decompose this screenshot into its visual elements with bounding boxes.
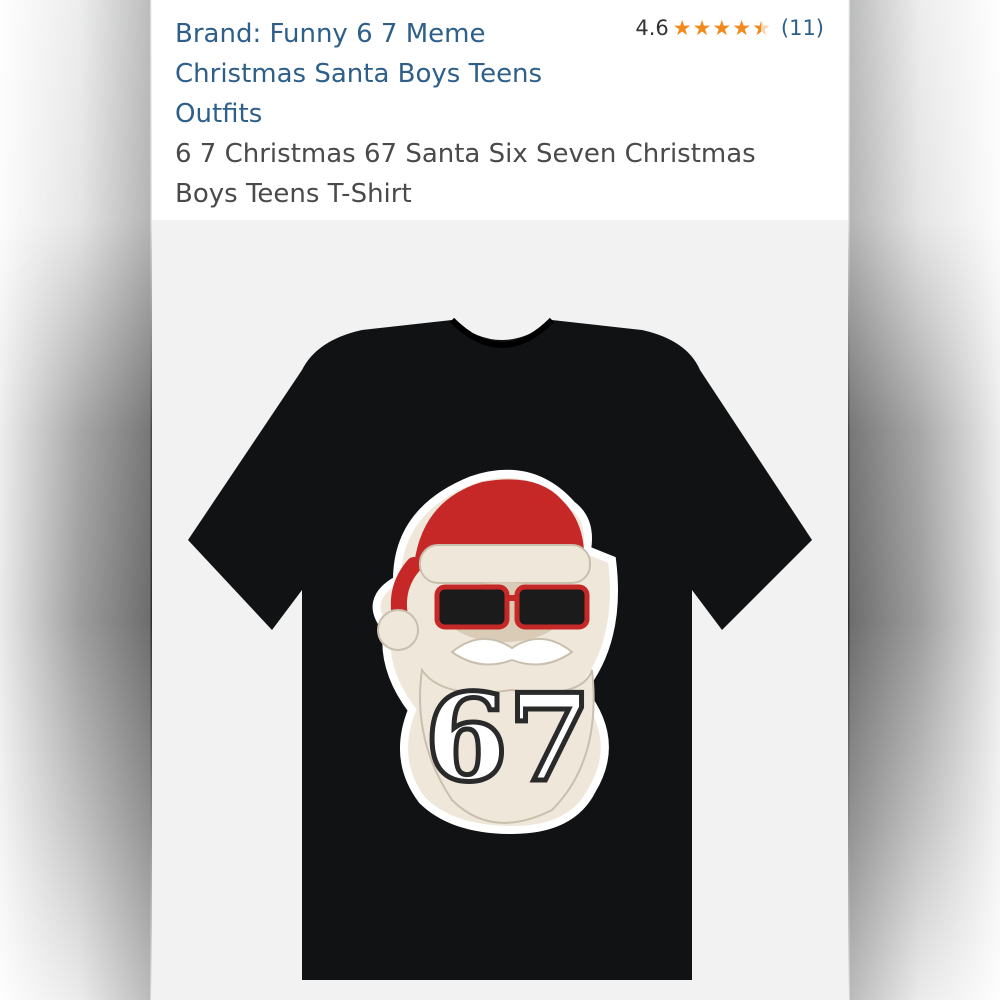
- product-header: Brand: Funny 6 7 Meme Christmas Santa Bo…: [152, 0, 848, 220]
- product-card: Brand: Funny 6 7 Meme Christmas Santa Bo…: [152, 0, 848, 1000]
- product-title: 6 7 Christmas 67 Santa Six Seven Christm…: [175, 139, 756, 209]
- rating-summary[interactable]: 4.6 ★ ★ ★ ★ ★ ★ (11): [635, 16, 824, 40]
- star-icon: ★: [712, 16, 732, 40]
- rating-count-link[interactable]: (11): [781, 16, 824, 40]
- brand-link[interactable]: Brand: Funny 6 7 Meme Christmas Santa Bo…: [175, 14, 605, 134]
- half-star-icon: ★ ★: [752, 16, 771, 40]
- star-icon: ★: [672, 16, 692, 40]
- rating-value: 4.6: [635, 16, 669, 40]
- santa-graphic: 67: [372, 469, 618, 835]
- star-rating: ★ ★ ★ ★ ★ ★: [673, 16, 771, 40]
- star-icon: ★: [732, 16, 752, 40]
- product-image[interactable]: 67: [152, 220, 848, 1000]
- star-icon: ★: [692, 16, 712, 40]
- graphic-number: 67: [425, 668, 592, 809]
